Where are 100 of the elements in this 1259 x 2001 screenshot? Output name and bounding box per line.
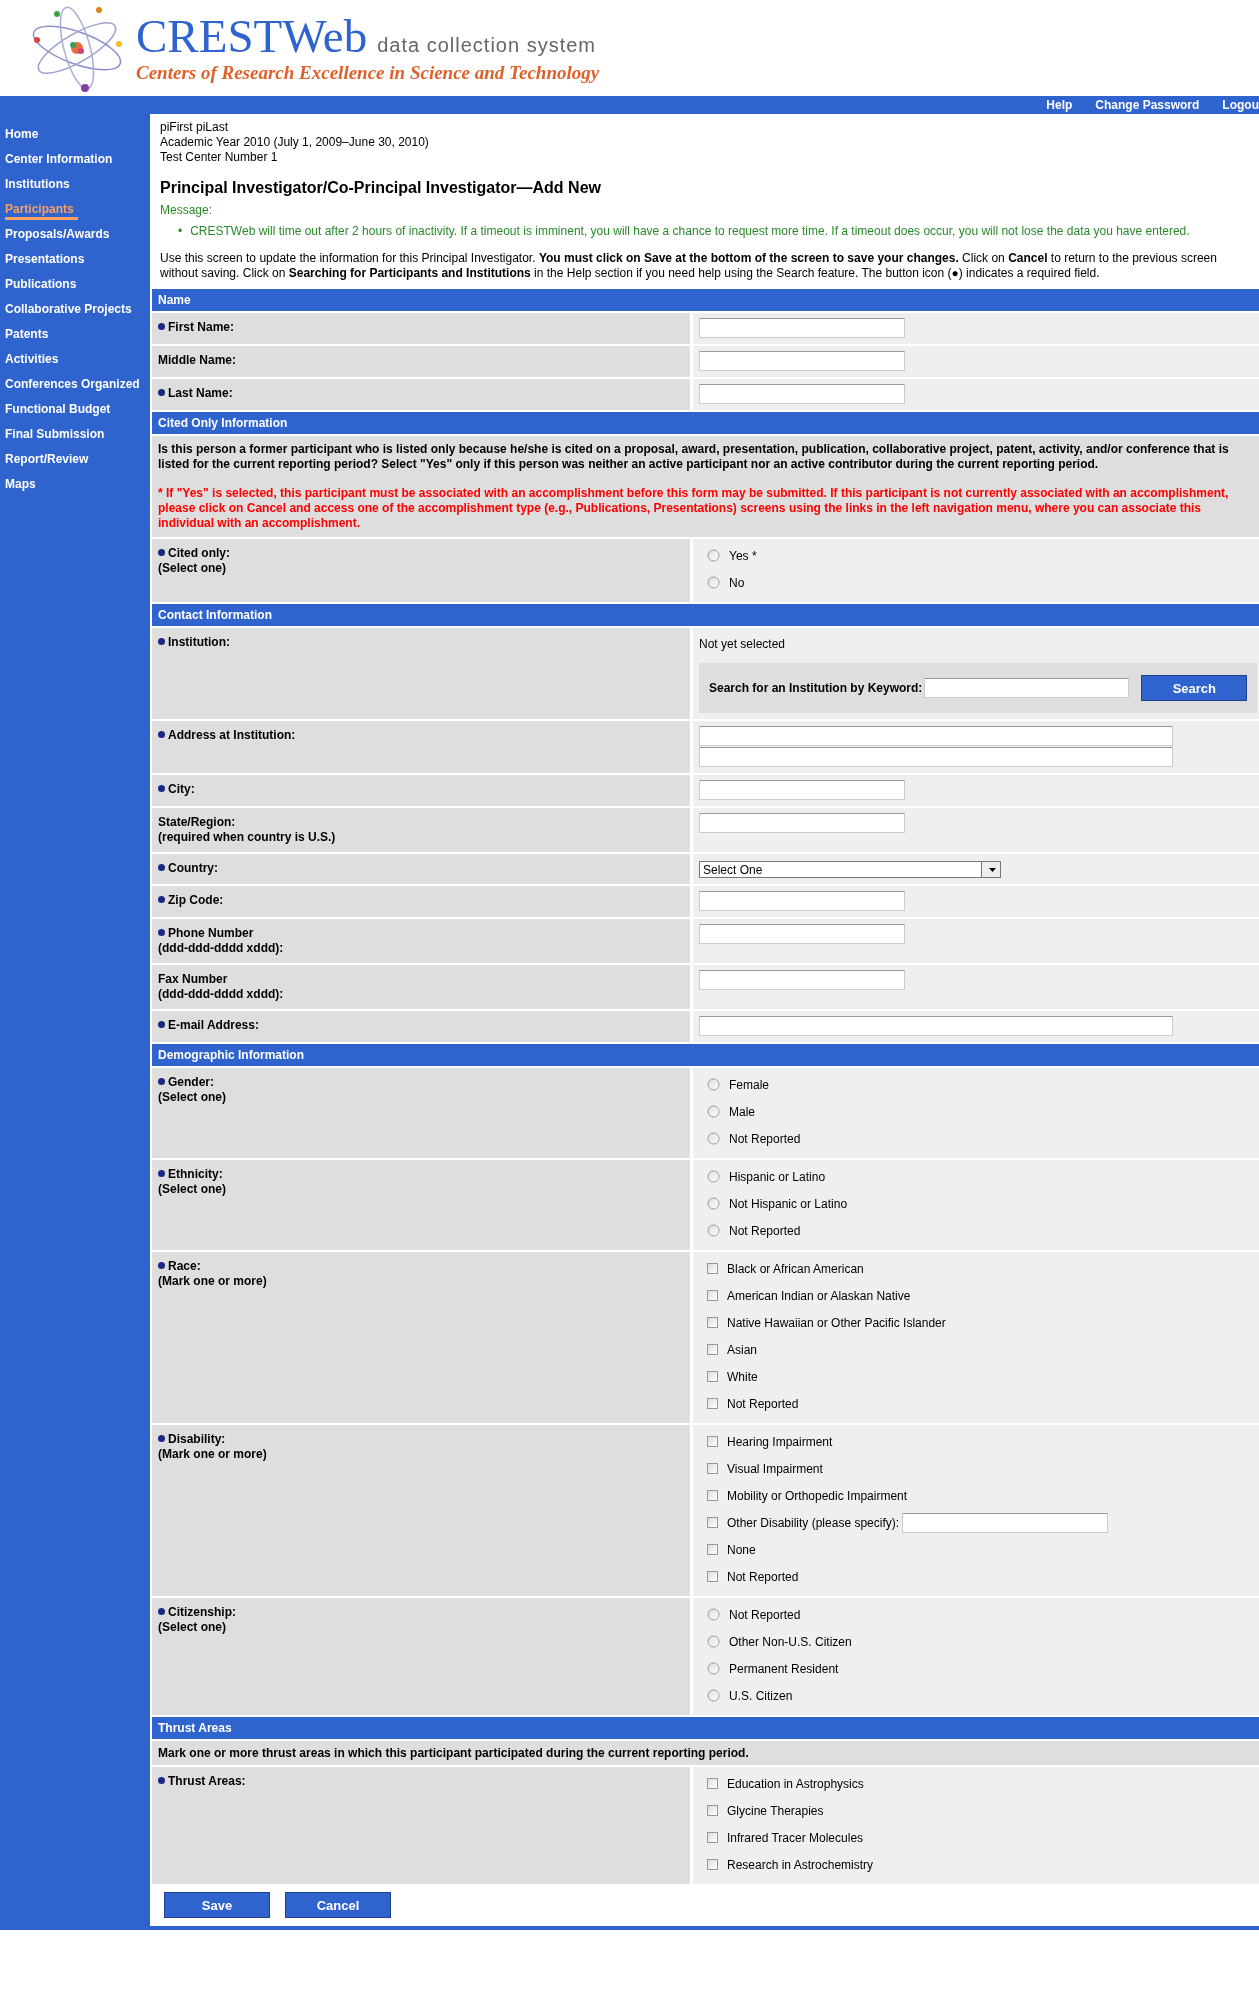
checkbox[interactable]: [707, 1832, 718, 1843]
sidebar-link[interactable]: Report/Review: [0, 449, 150, 474]
checkbox[interactable]: [707, 1778, 718, 1789]
field-label: Phone Number: [158, 926, 684, 941]
field-label: First Name:: [158, 320, 684, 335]
option-label: Black or African American: [727, 1261, 864, 1276]
checkbox[interactable]: [707, 1805, 718, 1816]
option-label: Permanent Resident: [729, 1661, 839, 1676]
input-field[interactable]: [699, 891, 905, 911]
checkbox[interactable]: [707, 1290, 718, 1301]
option-label: White: [727, 1369, 758, 1384]
top-nav-link[interactable]: Help: [1046, 98, 1073, 112]
field-hint: (Mark one or more): [158, 1274, 268, 1289]
option-label: American Indian or Alaskan Native: [727, 1288, 911, 1303]
radio-button[interactable]: [707, 1078, 720, 1091]
checkbox[interactable]: [707, 1344, 718, 1355]
input-field[interactable]: [699, 726, 1173, 746]
radio-button[interactable]: [707, 1635, 720, 1648]
sidebar-link[interactable]: Conferences Organized: [0, 374, 150, 399]
option-label: Education in Astrophysics: [727, 1776, 864, 1791]
field-label: E-mail Address:: [158, 1018, 684, 1033]
search-button[interactable]: Search: [1141, 675, 1248, 701]
input-field[interactable]: [699, 924, 905, 944]
option-label: No: [729, 575, 745, 590]
site-title: CRESTWeb: [136, 12, 368, 60]
save-button[interactable]: Save: [164, 1892, 270, 1918]
section-header: Contact Information: [152, 604, 1259, 626]
field-label: Gender:: [158, 1075, 684, 1090]
top-nav-link[interactable]: Logou: [1222, 98, 1259, 112]
checkbox[interactable]: [707, 1317, 718, 1328]
sidebar-link[interactable]: Patents: [0, 324, 150, 349]
timeout-message: CRESTWeb will time out after 2 hours of inactivity. If a timeout is imminent, you will have a chance to request more time. If a timeout does occur, you will not lose the data you have entered.: [190, 223, 1190, 239]
radio-button[interactable]: [707, 1132, 720, 1145]
field-label: Address at Institution:: [158, 728, 684, 743]
option-label: Asian: [727, 1342, 758, 1357]
option-label: Visual Impairment: [727, 1461, 823, 1476]
site-subtitle: data collection system: [377, 33, 596, 57]
sidebar-link[interactable]: Publications: [0, 274, 150, 299]
input-field[interactable]: [699, 780, 905, 800]
specify-field[interactable]: [902, 1512, 1109, 1533]
field-hint: (ddd-ddd-dddd xddd):: [158, 987, 285, 1002]
sidebar-link[interactable]: Maps: [0, 474, 150, 499]
input-field[interactable]: [699, 813, 905, 833]
sidebar-link[interactable]: Presentations: [0, 249, 150, 274]
field-label: State/Region:: [158, 815, 237, 830]
radio-button[interactable]: [707, 1197, 720, 1210]
sidebar-link[interactable]: Activities: [0, 349, 150, 374]
input-field[interactable]: [699, 384, 905, 404]
radio-button[interactable]: [707, 1608, 720, 1621]
input-field[interactable]: [699, 747, 1173, 767]
search-label: Search for an Institution by Keyword:: [709, 681, 923, 695]
checkbox[interactable]: [707, 1463, 718, 1474]
field-hint: (Select one): [158, 1620, 227, 1635]
sidebar-link[interactable]: Collaborative Projects: [0, 299, 150, 324]
checkbox[interactable]: [707, 1517, 718, 1528]
country-dropdown[interactable]: Select One: [699, 861, 1001, 878]
input-field[interactable]: [699, 351, 905, 371]
sidebar-link[interactable]: Functional Budget: [0, 399, 150, 424]
search-field[interactable]: [924, 678, 1130, 698]
radio-button[interactable]: [707, 1170, 720, 1183]
option-label: Not Reported: [729, 1607, 801, 1622]
field-hint: (Select one): [158, 561, 227, 576]
section-header: Demographic Information: [152, 1044, 1259, 1066]
top-nav-link[interactable]: Change Password: [1095, 98, 1200, 112]
option-label: Not Reported: [729, 1223, 801, 1238]
checkbox[interactable]: [707, 1571, 718, 1582]
warning-text: * If "Yes" is selected, this participant must be associated with an accomplishment before this form may be submitted. If this participant is not currently associated with an accomplishment, please click on Cancel and access one of the accomplishment type (e.g., Publications, Presentations) screens using the links in the left navigation menu, where you can associate this individual with an accomplishment.: [158, 486, 1230, 531]
radio-button[interactable]: [707, 1224, 720, 1237]
option-label: Not Reported: [729, 1131, 801, 1146]
input-field[interactable]: [699, 970, 905, 990]
section-header: Cited Only Information: [152, 412, 1259, 434]
sidebar-link[interactable]: Institutions: [0, 174, 150, 199]
checkbox[interactable]: [707, 1436, 718, 1447]
input-field[interactable]: [699, 318, 905, 338]
option-label: Male: [729, 1104, 755, 1119]
input-field[interactable]: [699, 1016, 1173, 1036]
sidebar-link[interactable]: Proposals/Awards: [0, 224, 150, 249]
option-label: U.S. Citizen: [729, 1688, 793, 1703]
checkbox[interactable]: [707, 1490, 718, 1501]
radio-button[interactable]: [707, 1105, 720, 1118]
radio-button[interactable]: [707, 576, 720, 589]
checkbox[interactable]: [707, 1263, 718, 1274]
field-hint: (required when country is U.S.): [158, 830, 337, 845]
caret-icon: [989, 867, 996, 872]
checkbox[interactable]: [707, 1371, 718, 1382]
option-label: Other Disability (please specify):: [727, 1515, 900, 1530]
sidebar-link[interactable]: Center Information: [0, 149, 150, 174]
radio-button[interactable]: [707, 1689, 720, 1702]
checkbox[interactable]: [707, 1544, 718, 1555]
radio-button[interactable]: [707, 549, 720, 562]
field-label: Cited only:: [158, 546, 684, 561]
field-hint: (Mark one or more): [158, 1447, 268, 1462]
sidebar-link[interactable]: Home: [0, 124, 150, 149]
option-label: Hispanic or Latino: [729, 1169, 826, 1184]
checkbox[interactable]: [707, 1859, 718, 1870]
cancel-button[interactable]: Cancel: [285, 1892, 391, 1918]
checkbox[interactable]: [707, 1398, 718, 1409]
field-label: Citizenship:: [158, 1605, 684, 1620]
radio-button[interactable]: [707, 1662, 720, 1675]
sidebar-link[interactable]: Final Submission: [0, 424, 150, 449]
